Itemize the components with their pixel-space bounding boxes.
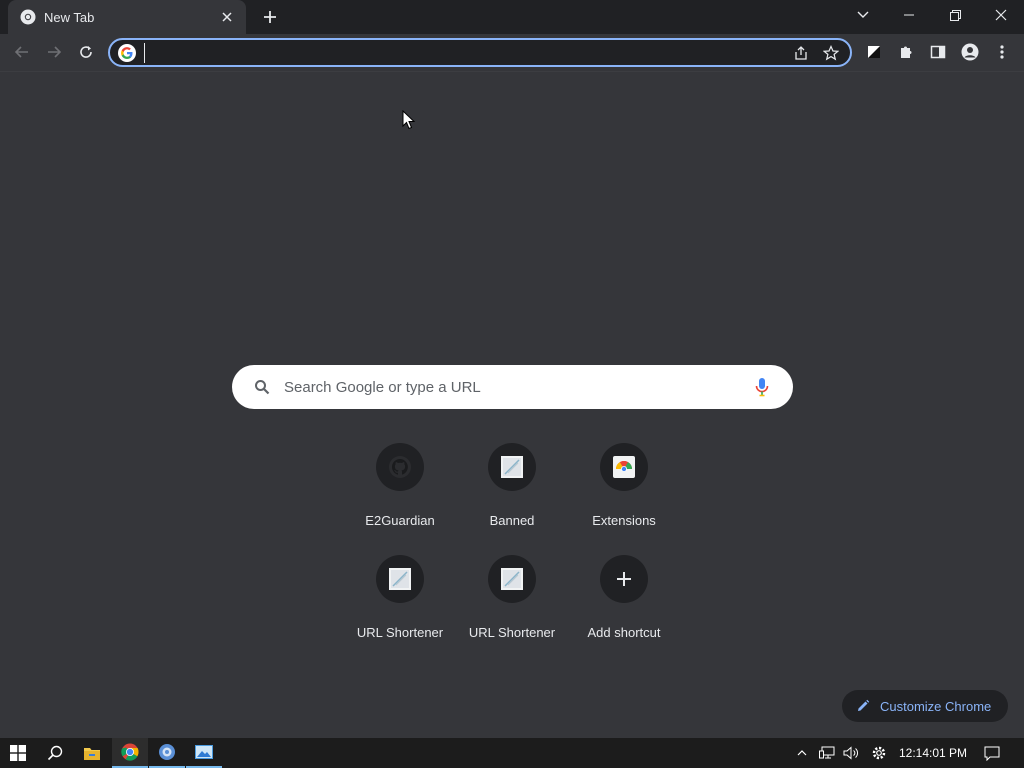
shortcut-icon-circle bbox=[376, 443, 424, 491]
shortcut-label: E2Guardian bbox=[365, 513, 435, 528]
shortcut-label: URL Shortener bbox=[356, 625, 444, 640]
forward-arrow-icon bbox=[48, 46, 62, 58]
shortcut-icon-circle bbox=[488, 555, 536, 603]
reload-icon bbox=[80, 46, 92, 58]
forward-button[interactable] bbox=[40, 38, 68, 66]
plus-icon bbox=[617, 572, 631, 586]
chrome-favicon-icon bbox=[20, 9, 36, 25]
back-arrow-icon bbox=[14, 46, 28, 58]
shortcut-icon-circle bbox=[376, 555, 424, 603]
notification-icon bbox=[984, 746, 1000, 761]
tab-close-icon[interactable] bbox=[218, 8, 236, 26]
folder-icon bbox=[84, 748, 100, 760]
shortcut-icon-circle bbox=[600, 443, 648, 491]
tab-new-tab[interactable]: New Tab bbox=[8, 0, 246, 34]
plus-icon bbox=[264, 11, 276, 23]
address-input[interactable] bbox=[144, 42, 784, 63]
shortcut-tile[interactable]: URL Shortener bbox=[456, 555, 568, 667]
pencil-icon bbox=[858, 699, 870, 711]
taskbar: 12:14:01 PM bbox=[0, 738, 1024, 768]
shortcut-label: URL Shortener bbox=[468, 625, 556, 640]
shortcut-icon-circle bbox=[488, 443, 536, 491]
extension-app-icon bbox=[868, 46, 880, 58]
tab-strip: New Tab bbox=[0, 0, 1024, 34]
windows-logo-icon bbox=[10, 745, 26, 761]
shortcut-label: Add shortcut bbox=[587, 625, 661, 640]
side-panel-icon bbox=[930, 45, 946, 59]
chrome-menu-button[interactable] bbox=[988, 38, 1016, 66]
settings-app-taskbar-button[interactable] bbox=[149, 738, 185, 768]
network-icon bbox=[819, 746, 835, 759]
address-bar[interactable] bbox=[108, 38, 852, 67]
speaker-icon bbox=[843, 746, 858, 760]
network-button[interactable] bbox=[814, 738, 840, 768]
show-hidden-icons-button[interactable] bbox=[790, 738, 814, 768]
back-button[interactable] bbox=[8, 38, 36, 66]
minimize-button[interactable] bbox=[886, 0, 932, 30]
chrome-taskbar-button[interactable] bbox=[112, 738, 148, 768]
broken-image-icon bbox=[389, 568, 411, 590]
chrome-logo-icon bbox=[121, 743, 139, 761]
side-panel-button[interactable] bbox=[924, 38, 952, 66]
photos-taskbar-button[interactable] bbox=[186, 738, 222, 768]
volume-button[interactable] bbox=[838, 738, 864, 768]
google-g-icon bbox=[118, 43, 136, 62]
github-icon bbox=[389, 456, 411, 478]
share-icon[interactable] bbox=[788, 40, 814, 66]
notifications-button[interactable] bbox=[976, 738, 1008, 768]
chrome-extensions-icon bbox=[613, 456, 635, 478]
chevron-up-icon bbox=[797, 750, 807, 756]
close-window-button[interactable] bbox=[978, 0, 1024, 30]
tab-search-button[interactable] bbox=[840, 0, 886, 30]
shortcut-tile[interactable]: E2Guardian bbox=[344, 443, 456, 555]
profile-button[interactable] bbox=[956, 38, 984, 66]
start-button[interactable] bbox=[0, 738, 36, 768]
taskbar-clock[interactable]: 12:14:01 PM bbox=[896, 738, 970, 768]
add-shortcut-tile[interactable]: Add shortcut bbox=[568, 555, 680, 667]
restore-icon bbox=[949, 9, 961, 21]
profile-avatar-icon bbox=[961, 43, 979, 61]
shortcut-tile[interactable]: URL Shortener bbox=[344, 555, 456, 667]
tab-title: New Tab bbox=[44, 9, 95, 25]
ntp-search-input[interactable] bbox=[284, 378, 751, 396]
shortcut-tile[interactable]: Banned bbox=[456, 443, 568, 555]
puzzle-icon bbox=[901, 46, 912, 58]
customize-chrome-label: Customize Chrome bbox=[880, 698, 992, 714]
broken-image-icon bbox=[501, 456, 523, 478]
restore-button[interactable] bbox=[932, 0, 978, 30]
minimize-icon bbox=[904, 14, 914, 16]
settings-tray-button[interactable] bbox=[866, 738, 892, 768]
shortcut-label: Banned bbox=[489, 513, 535, 528]
taskbar-search-button[interactable] bbox=[37, 738, 73, 768]
app-gear-icon bbox=[159, 744, 175, 760]
toolbar bbox=[0, 34, 1024, 72]
chevron-down-icon bbox=[857, 11, 869, 18]
file-explorer-button[interactable] bbox=[74, 738, 110, 768]
reload-button[interactable] bbox=[72, 38, 100, 66]
more-vert-icon bbox=[1000, 45, 1004, 59]
broken-image-icon bbox=[501, 568, 523, 590]
extension-button[interactable] bbox=[860, 38, 888, 66]
shortcut-icon-circle bbox=[600, 555, 648, 603]
image-viewer-icon bbox=[195, 745, 213, 759]
ntp-search-box[interactable] bbox=[232, 365, 793, 409]
new-tab-button[interactable] bbox=[258, 6, 282, 28]
customize-chrome-button[interactable]: Customize Chrome bbox=[842, 690, 1008, 722]
search-icon bbox=[47, 745, 63, 761]
mouse-cursor-icon bbox=[402, 109, 416, 135]
bookmark-star-icon[interactable] bbox=[818, 40, 844, 66]
search-icon bbox=[252, 377, 272, 397]
microphone-icon[interactable] bbox=[751, 376, 773, 398]
shortcut-label: Extensions bbox=[592, 513, 656, 528]
close-icon bbox=[995, 9, 1007, 21]
gear-icon bbox=[872, 746, 886, 760]
extensions-menu-button[interactable] bbox=[892, 38, 920, 66]
shortcut-tile[interactable]: Extensions bbox=[568, 443, 680, 555]
